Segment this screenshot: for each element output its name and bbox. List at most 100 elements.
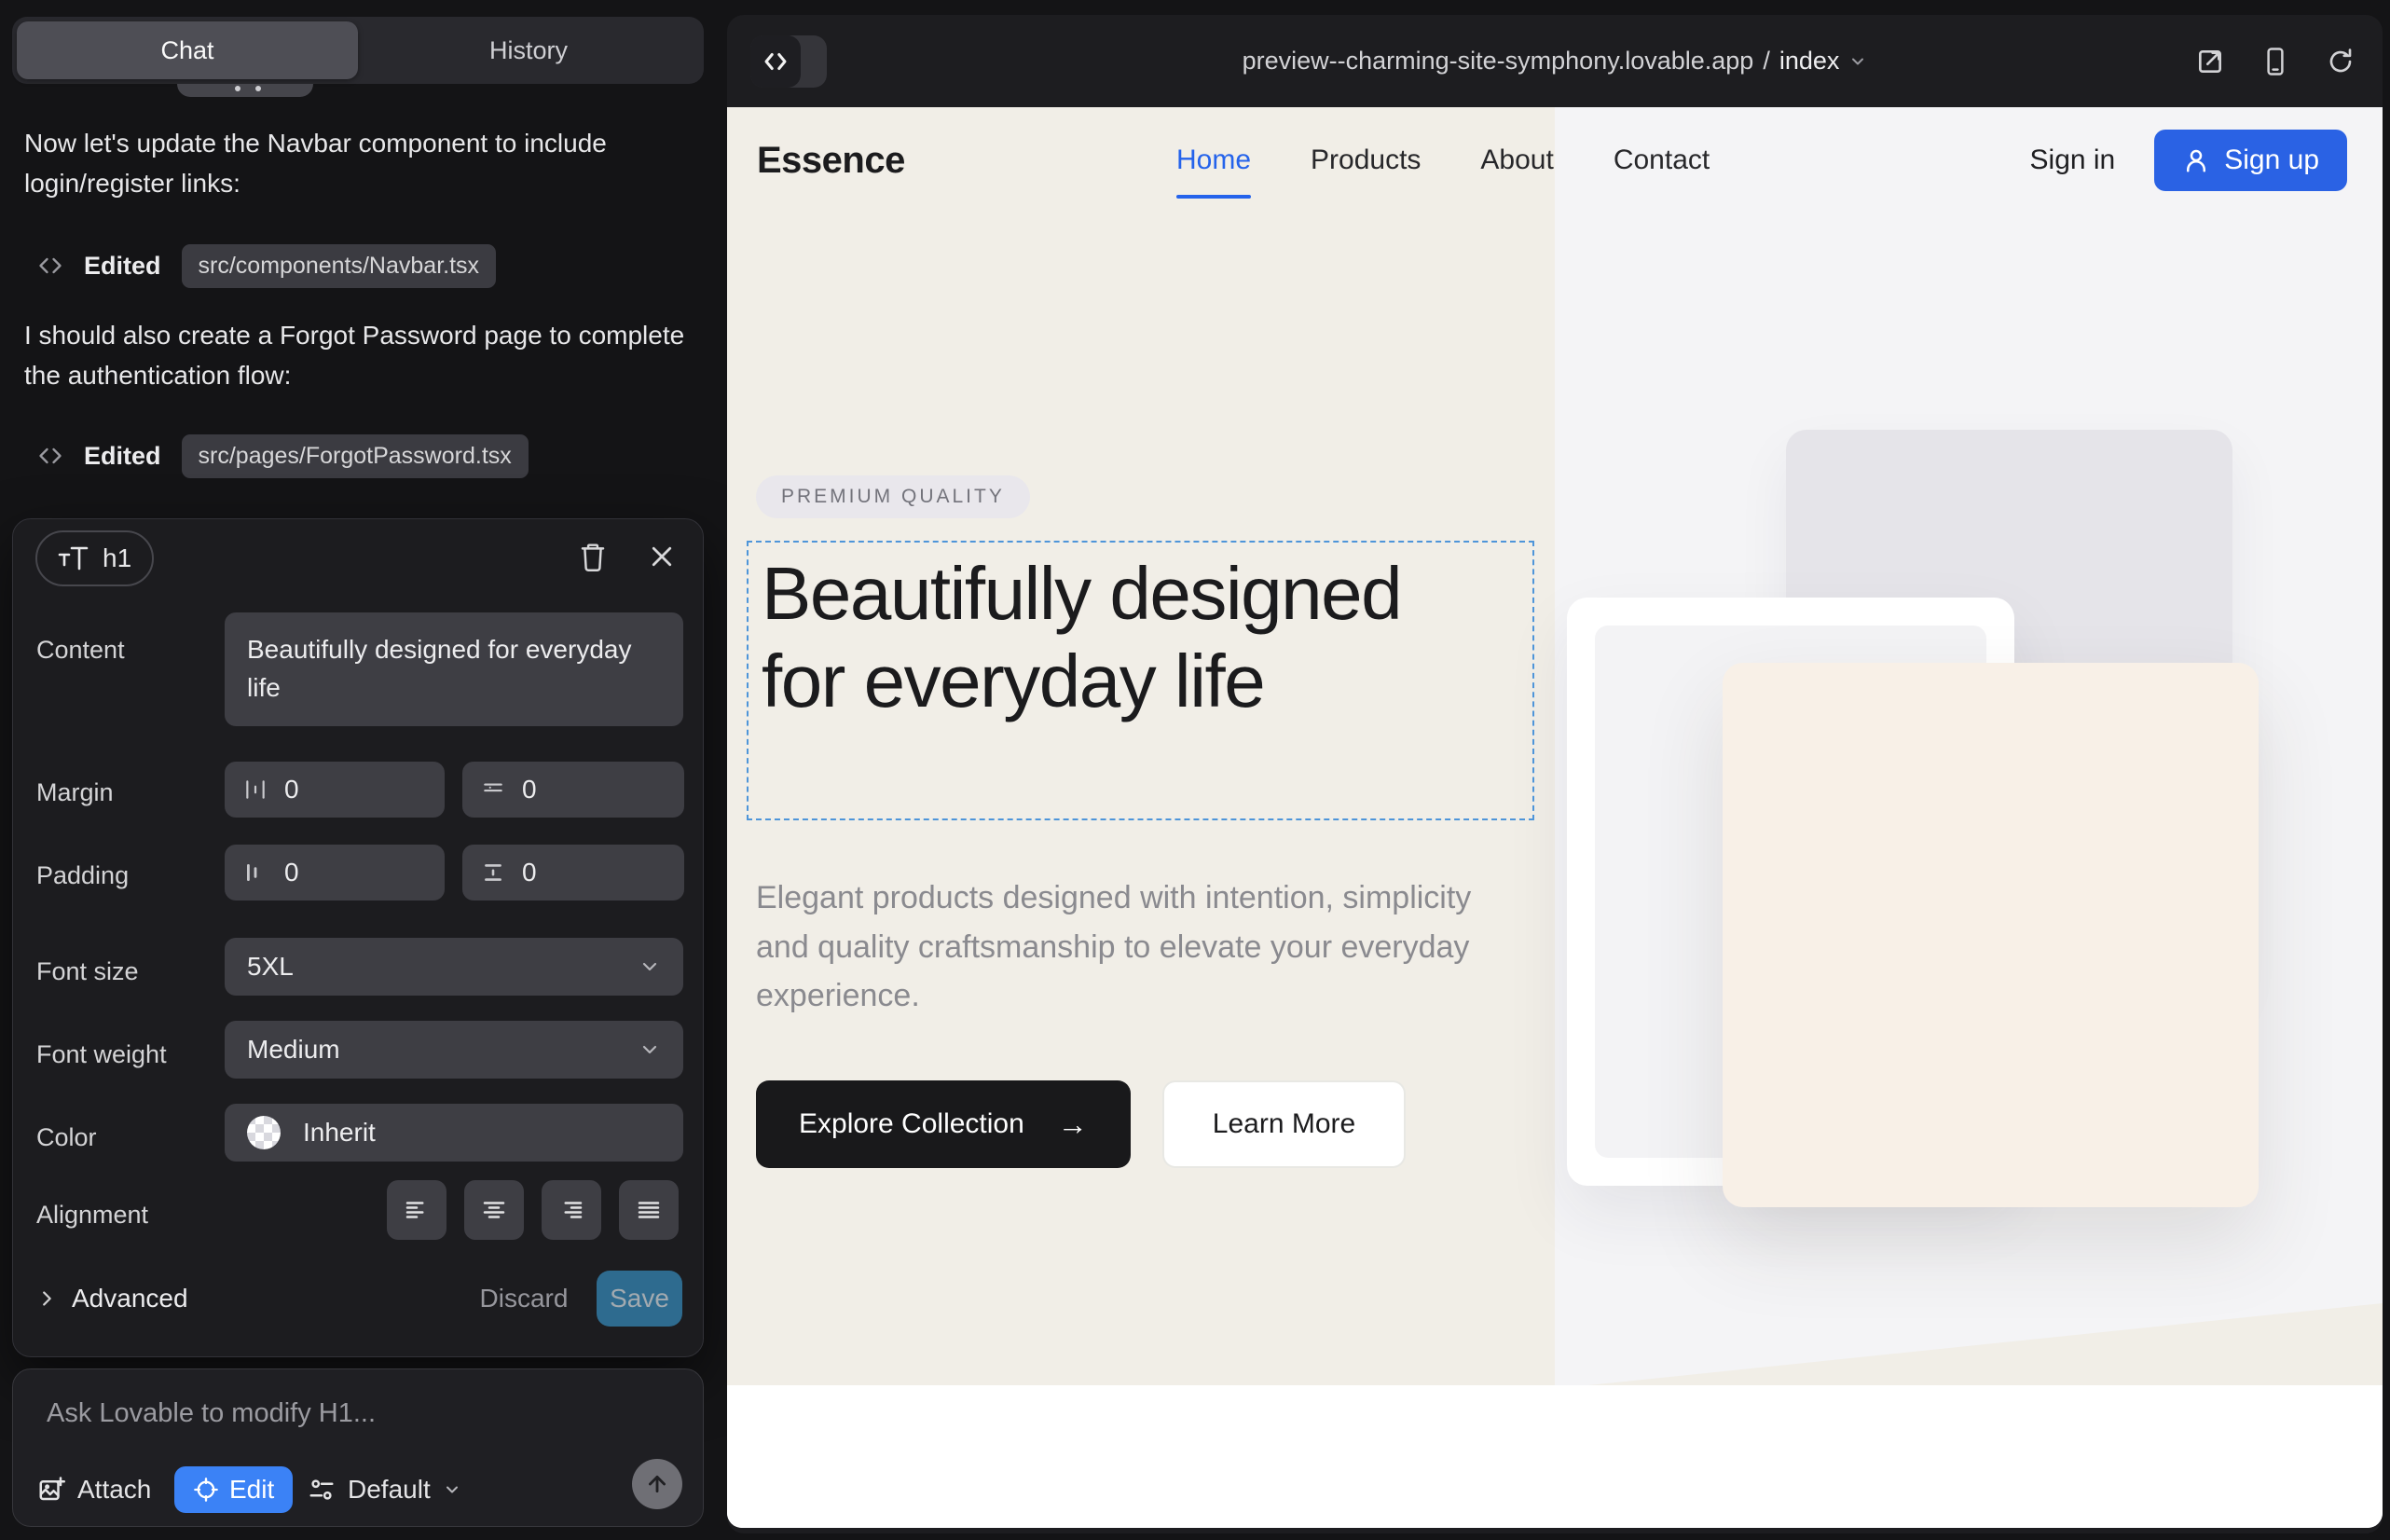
open-external-button[interactable] [2191, 42, 2230, 81]
sliders-icon [308, 1476, 336, 1504]
nav-link-contact[interactable]: Contact [1614, 144, 1710, 176]
font-weight-select[interactable]: Medium [225, 1021, 683, 1079]
nav-link-home-label: Home [1176, 144, 1251, 175]
chat-history-tabbar: Chat History [12, 17, 704, 84]
transparency-swatch-icon [247, 1116, 281, 1149]
padding-x-input[interactable]: 0 [225, 845, 445, 901]
hero-heading: Beautifully designed for everyday life [762, 550, 1470, 726]
align-left-button[interactable] [387, 1180, 446, 1240]
site-viewport: Essence Home Products About Contact Sign… [727, 107, 2383, 1528]
alignment-label: Alignment [36, 1201, 148, 1230]
nav-link-home[interactable]: Home [1176, 144, 1251, 176]
align-right-button[interactable] [542, 1180, 601, 1240]
font-weight-label: Font weight [36, 1040, 167, 1069]
sign-up-label: Sign up [2224, 144, 2319, 176]
edit-mode-button[interactable]: Edit [174, 1466, 293, 1513]
lovable-app-window: Chat History Now let's update the Navbar… [0, 0, 2390, 1540]
url-separator: / [1763, 47, 1770, 76]
padding-label: Padding [36, 861, 129, 890]
default-mode-dropdown[interactable]: Default [308, 1466, 461, 1513]
site-auth-actions: Sign in Sign up [2030, 107, 2347, 213]
delete-element-button[interactable] [570, 534, 615, 579]
attach-button[interactable]: Attach [37, 1466, 151, 1513]
send-button[interactable] [632, 1459, 682, 1509]
align-justify-button[interactable] [619, 1180, 679, 1240]
code-icon [37, 443, 63, 469]
learn-more-button[interactable]: Learn More [1162, 1080, 1406, 1168]
nav-link-products[interactable]: Products [1311, 144, 1421, 176]
tab-history[interactable]: History [358, 21, 699, 79]
selected-h1-outline[interactable]: Beautifully designed for everyday life [747, 541, 1534, 820]
default-label: Default [348, 1475, 431, 1505]
arrow-right-icon: → [1058, 1107, 1088, 1142]
chevron-down-icon [1848, 52, 1867, 71]
hero-section: Essence Home Products About Contact Sign… [727, 107, 2383, 1385]
active-underline [1176, 195, 1251, 199]
hero-card-cream [1723, 663, 2259, 1207]
explore-collection-label: Explore Collection [799, 1108, 1024, 1140]
element-editor-panel: h1 Content Beautifully designed for ever… [12, 518, 704, 1357]
refresh-icon [2327, 48, 2355, 76]
mobile-view-button[interactable] [2256, 42, 2295, 81]
tab-chat[interactable]: Chat [17, 21, 358, 79]
chevron-right-icon [36, 1288, 57, 1309]
browser-actions [2191, 15, 2360, 107]
save-button[interactable]: Save [597, 1271, 682, 1327]
color-label: Color [36, 1123, 97, 1152]
close-panel-button[interactable] [639, 534, 684, 579]
chevron-down-icon [639, 1038, 661, 1061]
margin-x-input[interactable]: 0 [225, 762, 445, 818]
chevron-down-icon [443, 1480, 461, 1499]
align-right-icon [557, 1196, 585, 1224]
edited-file-chip[interactable]: src/pages/ForgotPassword.tsx [182, 434, 529, 478]
arrow-up-icon [645, 1472, 669, 1496]
edited-file-chip[interactable]: src/components/Navbar.tsx [182, 244, 497, 288]
margin-label: Margin [36, 778, 114, 807]
element-tag-pill[interactable]: h1 [35, 530, 154, 586]
hero-cta-row: Explore Collection → Learn More [756, 1080, 1406, 1168]
margin-y-input[interactable]: 0 [462, 762, 684, 818]
smartphone-icon [2261, 47, 2289, 76]
content-input[interactable]: Beautifully designed for everyday life [225, 612, 683, 726]
discard-button[interactable]: Discard [468, 1271, 580, 1327]
user-icon [2182, 146, 2210, 174]
element-tag-label: h1 [103, 543, 131, 573]
explore-collection-button[interactable]: Explore Collection → [756, 1080, 1131, 1168]
edited-file-row: Edited src/components/Navbar.tsx [37, 244, 496, 287]
align-center-button[interactable] [464, 1180, 524, 1240]
site-logo[interactable]: Essence [757, 107, 905, 213]
composer-input[interactable] [45, 1397, 645, 1430]
padding-vertical-icon [481, 860, 505, 885]
next-page-section [727, 1385, 2383, 1528]
browser-topbar: preview--charming-site-symphony.lovable.… [727, 15, 2383, 107]
color-select[interactable]: Inherit [225, 1104, 683, 1162]
chat-message: Now let's update the Navbar component to… [24, 123, 692, 204]
sign-in-link[interactable]: Sign in [2030, 144, 2116, 176]
padding-horizontal-icon [243, 860, 268, 885]
align-justify-icon [635, 1196, 663, 1224]
margin-horizontal-icon [243, 777, 268, 802]
chevron-down-icon [639, 956, 661, 978]
nav-link-about[interactable]: About [1480, 144, 1553, 176]
align-left-icon [403, 1196, 431, 1224]
font-size-value: 5XL [247, 952, 294, 982]
url-page: index [1779, 47, 1840, 76]
chat-composer: Attach Edit Default [12, 1368, 704, 1527]
preview-browser-window: preview--charming-site-symphony.lovable.… [727, 15, 2383, 1533]
url-bar[interactable]: preview--charming-site-symphony.lovable.… [727, 15, 2383, 107]
site-navbar: Essence Home Products About Contact Sign… [727, 107, 2383, 213]
font-size-select[interactable]: 5XL [225, 938, 683, 996]
crosshair-icon [193, 1477, 219, 1503]
edited-label: Edited [84, 442, 161, 471]
type-icon [58, 544, 89, 572]
align-center-icon [480, 1196, 508, 1224]
padding-y-input[interactable]: 0 [462, 845, 684, 901]
font-weight-value: Medium [247, 1035, 340, 1065]
refresh-button[interactable] [2321, 42, 2360, 81]
sign-up-button[interactable]: Sign up [2154, 130, 2347, 191]
chat-message: I should also create a Forgot Password p… [24, 315, 692, 396]
advanced-toggle[interactable]: Advanced [36, 1284, 188, 1313]
attach-label: Attach [77, 1475, 151, 1505]
hero-paragraph: Elegant products designed with intention… [756, 873, 1502, 1021]
edit-label: Edit [229, 1475, 274, 1505]
